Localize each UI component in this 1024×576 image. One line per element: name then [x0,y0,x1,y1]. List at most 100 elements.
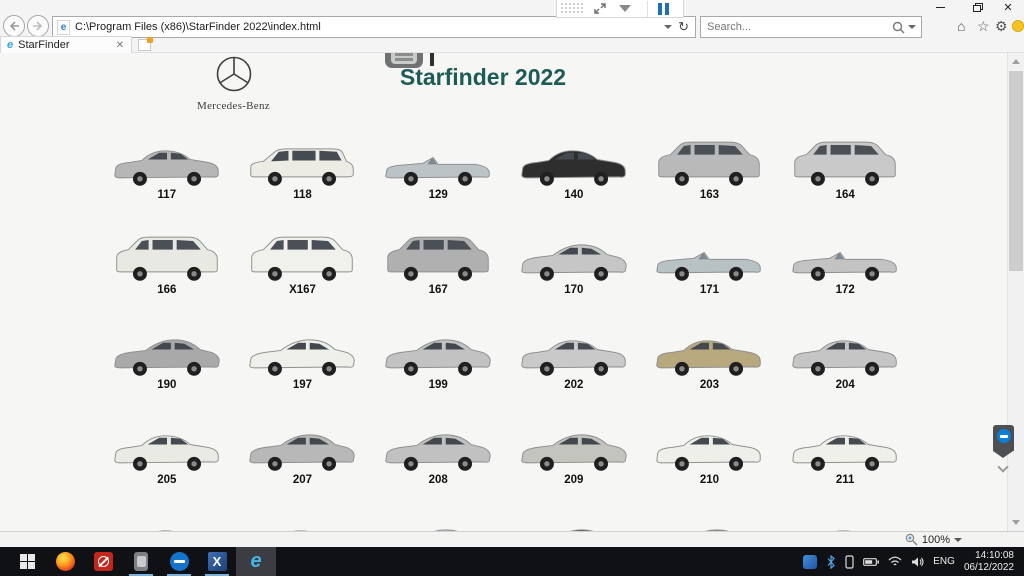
car-photo[interactable] [787,315,903,377]
car-photo[interactable] [109,315,225,377]
firefox-icon[interactable] [46,547,84,576]
car-photo[interactable] [787,505,903,531]
car-item-cropped[interactable] [642,488,778,531]
car-photo[interactable] [244,315,360,377]
car-item-172[interactable]: 172 [777,203,913,298]
address-url[interactable]: C:\Program Files (x86)\StarFinder 2022\i… [75,21,658,33]
car-item-170[interactable]: 170 [506,203,642,298]
volume-icon[interactable] [911,556,924,568]
wifi-icon[interactable] [888,556,902,567]
car-photo[interactable] [516,220,632,282]
car-item-203[interactable]: 203 [642,298,778,393]
tab-starfinder[interactable]: e StarFinder ✕ [0,36,132,53]
xentry-diagnostics-icon[interactable] [84,547,122,576]
car-item-171[interactable]: 171 [642,203,778,298]
car-item-cropped[interactable] [506,488,642,531]
car-photo[interactable] [651,505,767,531]
car-item-209[interactable]: 209 [506,393,642,488]
car-photo[interactable] [380,315,496,377]
search-box[interactable] [700,16,922,38]
internet-explorer-icon[interactable]: e [236,547,276,576]
car-item-140[interactable]: 140 [506,108,642,203]
refresh-icon[interactable]: ↻ [678,19,689,35]
car-item-199[interactable]: 199 [370,298,506,393]
scroll-down-icon[interactable] [1012,520,1020,525]
tray-app-icon[interactable] [803,555,817,569]
car-item-163[interactable]: 163 [642,108,778,203]
car-item-cropped[interactable] [235,488,371,531]
car-photo[interactable] [516,505,632,531]
tab-close-icon[interactable]: ✕ [116,40,124,51]
car-item-202[interactable]: 202 [506,298,642,393]
search-icon[interactable] [892,21,905,34]
car-photo[interactable] [787,410,903,472]
car-item-cropped[interactable] [99,488,235,531]
home-icon[interactable]: ⌂ [957,18,965,34]
car-photo[interactable] [380,220,496,282]
car-item-205[interactable]: 205 [99,393,235,488]
car-item-X167[interactable]: X167 [235,203,371,298]
favorites-star-icon[interactable]: ☆ [977,18,990,35]
multiplexer-app-icon[interactable] [122,547,160,576]
phone-icon[interactable] [845,555,854,569]
car-photo[interactable] [516,315,632,377]
car-photo[interactable] [109,220,225,282]
drag-grip-icon[interactable] [561,3,585,15]
car-item-207[interactable]: 207 [235,393,371,488]
teamviewer-icon[interactable] [160,547,198,576]
bluetooth-icon[interactable] [826,555,836,569]
car-item-117[interactable]: 117 [99,108,235,203]
car-photo[interactable] [651,315,767,377]
search-dropdown-icon[interactable] [908,25,916,29]
settings-gear-icon[interactable]: ⚙ [995,18,1008,35]
address-bar[interactable]: e C:\Program Files (x86)\StarFinder 2022… [52,16,696,38]
car-item-118[interactable]: 118 [235,108,371,203]
new-tab-button[interactable] [138,39,151,51]
car-photo[interactable] [516,125,632,187]
car-item-166[interactable]: 166 [99,203,235,298]
back-button[interactable] [3,15,25,37]
car-item-208[interactable]: 208 [370,393,506,488]
battery-icon[interactable] [863,557,879,567]
car-photo[interactable] [651,220,767,282]
language-indicator[interactable]: ENG [933,556,955,567]
restore-button[interactable] [962,0,992,15]
car-photo[interactable] [244,505,360,531]
address-dropdown-icon[interactable] [664,25,672,29]
teamviewer-panel-badge[interactable] [993,425,1014,459]
car-photo[interactable] [244,125,360,187]
clock[interactable]: 14:10:08 06/12/2022 [964,550,1018,574]
car-photo[interactable] [109,505,225,531]
zoom-dropdown-icon[interactable] [954,538,962,542]
forward-button[interactable] [27,15,49,37]
feedback-smiley-icon[interactable] [1012,20,1024,32]
car-item-164[interactable]: 164 [777,108,913,203]
car-photo[interactable] [109,125,225,187]
car-photo[interactable] [651,125,767,187]
chevron-down-icon[interactable] [619,5,631,12]
car-item-204[interactable]: 204 [777,298,913,393]
car-photo[interactable] [787,125,903,187]
car-photo[interactable] [787,220,903,282]
car-item-129[interactable]: 129 [370,108,506,203]
car-photo[interactable] [244,410,360,472]
scrollbar-thumb[interactable] [1009,71,1023,271]
search-input[interactable] [701,21,892,33]
minimize-button[interactable] [925,0,955,15]
scroll-up-icon[interactable] [1012,59,1020,64]
car-item-211[interactable]: 211 [777,393,913,488]
car-photo[interactable] [380,410,496,472]
car-photo[interactable] [380,125,496,187]
vertical-scrollbar[interactable] [1007,53,1024,531]
car-photo[interactable] [651,410,767,472]
remote-control-toolbar[interactable] [556,0,684,18]
car-photo[interactable] [109,410,225,472]
x-app-icon[interactable]: X [198,547,236,576]
car-photo[interactable] [380,505,496,531]
pause-button[interactable] [647,1,679,17]
start-button[interactable] [8,547,46,576]
car-item-167[interactable]: 167 [370,203,506,298]
fullscreen-icon[interactable] [593,2,607,15]
car-item-190[interactable]: 190 [99,298,235,393]
car-item-197[interactable]: 197 [235,298,371,393]
